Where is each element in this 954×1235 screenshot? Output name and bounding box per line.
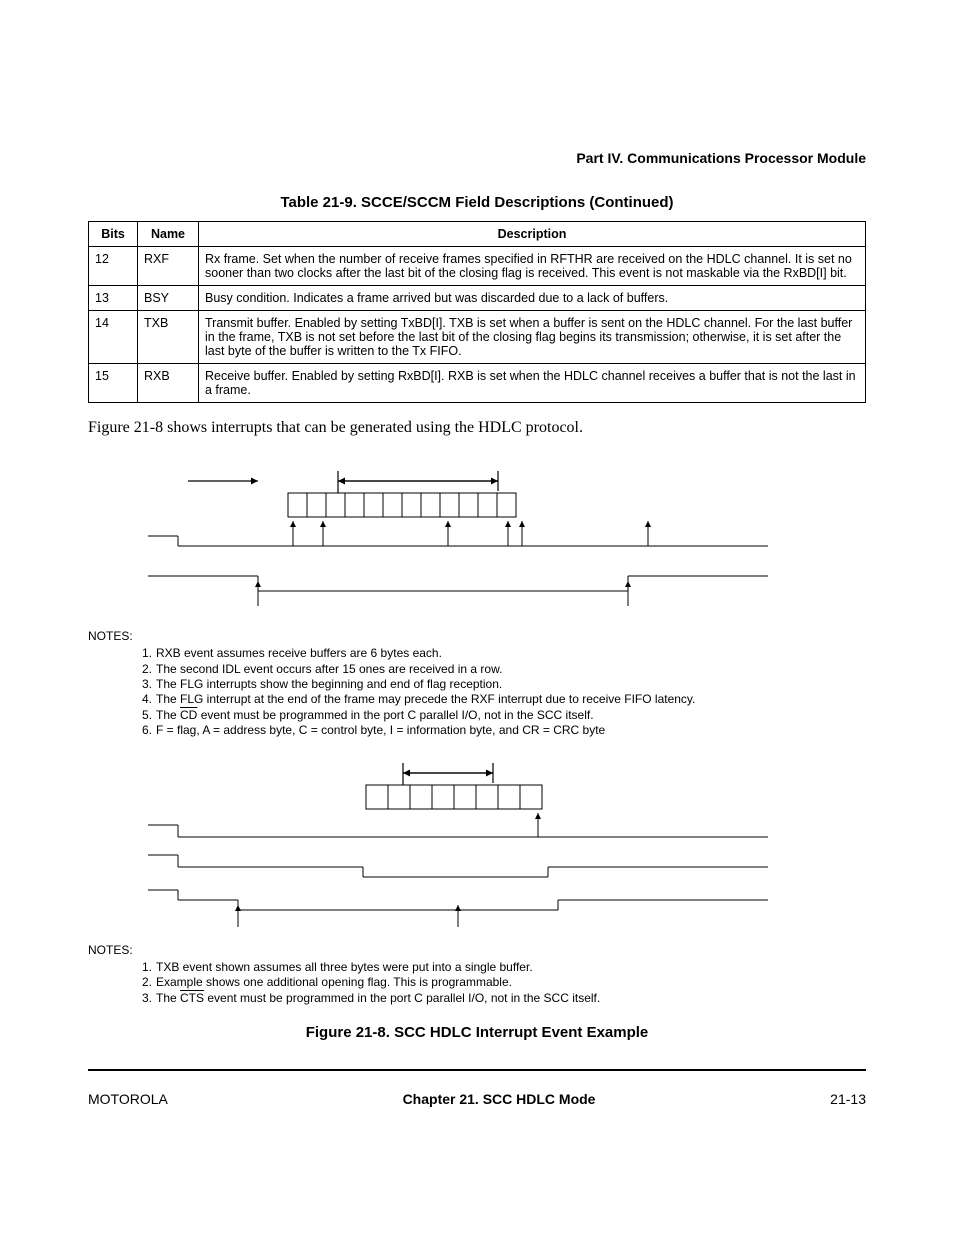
timing-diagram-tx: [148, 755, 768, 935]
note-num: 2.: [134, 975, 152, 990]
cell-bits: 15: [89, 364, 138, 403]
notes-block-1: NOTES: 1.RXB event assumes receive buffe…: [134, 629, 866, 739]
page-footer: MOTOROLA Chapter 21. SCC HDLC Mode 21-13: [88, 1091, 866, 1107]
note-item: 2. The second IDL event occurs after 15 o…: [134, 662, 866, 677]
body-paragraph: Figure 21-8 shows interrupts that can be…: [88, 419, 866, 437]
cell-bits: 12: [89, 247, 138, 286]
page: Part IV. Communications Processor Module…: [0, 0, 954, 1167]
note-text: F = flag, A = address byte, C = control …: [156, 723, 605, 738]
figure-caption: Figure 21-8. SCC HDLC Interrupt Event Ex…: [88, 1024, 866, 1041]
cell-desc: Rx frame. Set when the number of receive…: [199, 247, 866, 286]
footer-rule: [88, 1069, 866, 1071]
th-bits: Bits: [89, 222, 138, 247]
notes-label: NOTES:: [88, 943, 866, 958]
footer-center: Chapter 21. SCC HDLC Mode: [403, 1091, 596, 1107]
cell-name: TXB: [138, 311, 199, 364]
note-num: 1.: [134, 960, 152, 975]
footer-right: 21-13: [830, 1091, 866, 1107]
note-item: 6. F = flag, A = address byte, C = contro…: [134, 723, 866, 738]
note-num: 3.: [134, 991, 152, 1006]
note-num: 2.: [134, 662, 152, 677]
note-text: Example shows one additional opening fla…: [156, 975, 512, 990]
note-text: The second IDL event occurs after 15 one…: [156, 662, 502, 677]
note-num: 3.: [134, 677, 152, 692]
table-row: 14 TXB Transmit buffer. Enabled by setti…: [89, 311, 866, 364]
table-row: 15 RXB Receive buffer. Enabled by settin…: [89, 364, 866, 403]
notes-block-2: NOTES: 1.TXB event shown assumes all thr…: [134, 943, 866, 1006]
note-num: 6.: [134, 723, 152, 738]
note-item: 4. The FLG interrupt at the end of the fr…: [134, 692, 866, 707]
table-row: 12 RXF Rx frame. Set when the number of …: [89, 247, 866, 286]
cell-name: RXB: [138, 364, 199, 403]
notes-label: NOTES:: [88, 629, 866, 644]
note-item: 1. TXB event shown assumes all three byte…: [134, 960, 866, 975]
cell-desc: Transmit buffer. Enabled by setting TxBD…: [199, 311, 866, 364]
note-num: 1.: [134, 646, 152, 661]
table-header-row: Bits Name Description: [89, 222, 866, 247]
note-item: 3. The CTS event must be programmed in th…: [134, 991, 866, 1006]
note-item: 5. The CD event must be programmed in the…: [134, 708, 866, 723]
table-row: 13 BSY Busy condition. Indicates a frame…: [89, 286, 866, 311]
note-text: TXB event shown assumes all three bytes …: [156, 960, 533, 975]
cell-desc: Receive buffer. Enabled by setting RxBD[…: [199, 364, 866, 403]
note-text: The FLG interrupts show the beginning an…: [156, 677, 502, 692]
cell-name: BSY: [138, 286, 199, 311]
note-text: The CTS event must be programmed in the …: [156, 991, 600, 1006]
note-item: 3. The FLG interrupts show the beginning …: [134, 677, 866, 692]
note-item: 2. Example shows one additional opening f…: [134, 975, 866, 990]
table-caption: Table 21-9. SCCE/SCCM Field Descriptions…: [88, 194, 866, 211]
cell-desc: Busy condition. Indicates a frame arrive…: [199, 286, 866, 311]
footer-left: MOTOROLA: [88, 1091, 168, 1107]
field-table: Bits Name Description 12 RXF Rx frame. S…: [88, 221, 866, 403]
note-text: The FLG interrupt at the end of the fram…: [156, 692, 695, 707]
th-name: Name: [138, 222, 199, 247]
note-item: 1. RXB event assumes receive buffers are …: [134, 646, 866, 661]
cell-name: RXF: [138, 247, 199, 286]
section-header: Part IV. Communications Processor Module: [88, 150, 866, 166]
note-num: 4.: [134, 692, 152, 707]
cell-bits: 13: [89, 286, 138, 311]
cell-bits: 14: [89, 311, 138, 364]
note-num: 5.: [134, 708, 152, 723]
note-text: RXB event assumes receive buffers are 6 …: [156, 646, 442, 661]
note-text: The CD event must be programmed in the p…: [156, 708, 594, 723]
timing-diagram-rx: [148, 461, 768, 621]
th-desc: Description: [199, 222, 866, 247]
